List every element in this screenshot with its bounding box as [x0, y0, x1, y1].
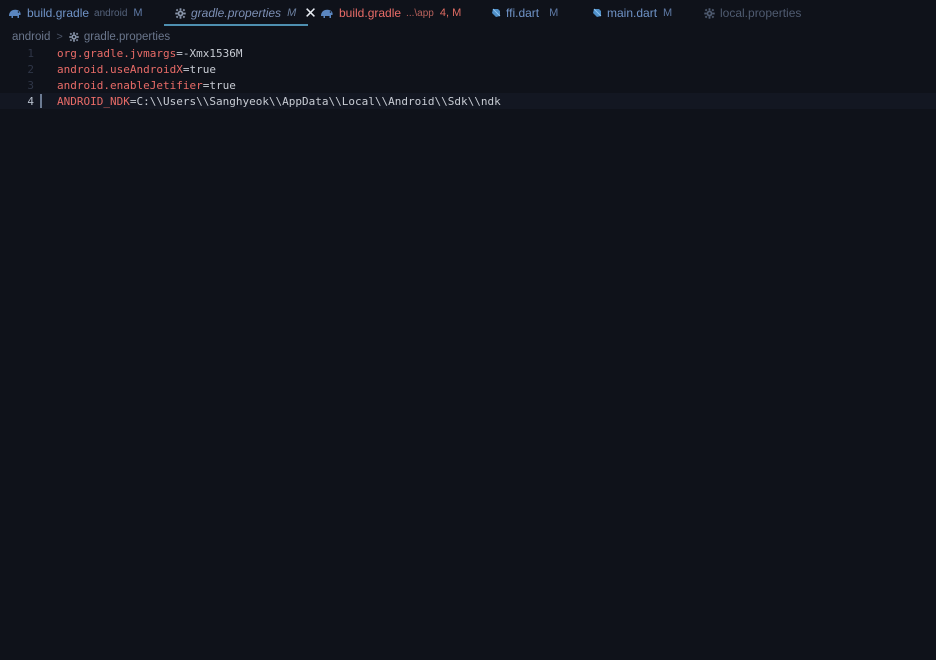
line-number: 2 [27, 62, 34, 76]
line-content: android.enableJetifier=true [57, 79, 236, 92]
breadcrumb: android > gradle.properties [12, 29, 170, 45]
dart-icon [491, 8, 501, 18]
line-number: 1 [27, 46, 34, 60]
property-value: -Xmx1536M [182, 46, 243, 60]
tab-build-gradle-android[interactable]: build.gradle android M [8, 0, 143, 26]
code-line[interactable]: 2 android.useAndroidX=true [0, 61, 936, 77]
tab-ffi-dart[interactable]: ffi.dart M [491, 0, 558, 26]
tab-modified-badge: M [663, 7, 673, 19]
gear-icon [704, 7, 715, 19]
breadcrumb-file[interactable]: gradle.properties [84, 31, 170, 43]
property-value: true [189, 62, 216, 76]
line-content: ANDROID_NDK=C:\\Users\\Sanghyeok\\AppDat… [57, 95, 501, 108]
line-content: org.gradle.jvmargs=-Xmx1536M [57, 47, 242, 60]
close-tab-button[interactable]: ✕ [304, 6, 317, 21]
tab-label: local.properties [720, 6, 802, 20]
code-line-current[interactable]: 4 ANDROID_NDK=C:\\Users\\Sanghyeok\\AppD… [0, 93, 936, 109]
tab-modified-badge: M [287, 7, 297, 19]
gear-icon [175, 7, 186, 19]
gradle-elephant-icon [320, 8, 334, 19]
code-editor[interactable]: 1 org.gradle.jvmargs=-Xmx1536M 2 android… [0, 45, 936, 660]
line-content: android.useAndroidX=true [57, 63, 216, 76]
property-value: C:\\Users\\Sanghyeok\\AppData\\Local\\An… [136, 94, 501, 108]
tab-modified-badge: M [133, 7, 143, 19]
property-key: android.useAndroidX [57, 62, 183, 76]
tab-label: main.dart [607, 6, 658, 20]
line-number: 4 [27, 94, 34, 108]
breadcrumb-folder[interactable]: android [12, 31, 50, 43]
equals-sign: = [176, 46, 183, 60]
code-line[interactable]: 3 android.enableJetifier=true [0, 77, 936, 93]
property-key: ANDROID_NDK [57, 94, 130, 108]
tab-local-properties[interactable]: local.properties [704, 0, 801, 26]
tab-label: build.gradle [27, 6, 90, 20]
gear-icon [69, 32, 79, 42]
property-key: org.gradle.jvmargs [57, 46, 177, 60]
code-line[interactable]: 1 org.gradle.jvmargs=-Xmx1536M [0, 45, 936, 61]
tab-main-dart[interactable]: main.dart M [592, 0, 672, 26]
tab-path-hint: android [94, 7, 128, 19]
gradle-elephant-icon [8, 8, 22, 19]
active-tab-indicator [164, 24, 308, 26]
chevron-right-icon: > [56, 31, 63, 43]
tab-label: gradle.properties [191, 6, 282, 20]
tab-build-gradle-app[interactable]: build.gradle ...\app 4, M [320, 0, 461, 26]
editor-tab-bar: build.gradle android M gradle.properties… [0, 0, 936, 26]
dart-icon [592, 8, 602, 18]
tab-label: ffi.dart [506, 6, 540, 20]
property-key: android.enableJetifier [57, 78, 203, 92]
property-value: true [209, 78, 236, 92]
tab-modified-badge: M [549, 7, 559, 19]
tab-gradle-properties[interactable]: gradle.properties M ✕ [164, 0, 317, 26]
text-cursor [40, 94, 42, 108]
tab-problems-badge: 4, M [439, 7, 462, 19]
tab-path-hint: ...\app [406, 7, 434, 19]
line-number: 3 [27, 78, 34, 92]
tab-label: build.gradle [339, 6, 402, 20]
